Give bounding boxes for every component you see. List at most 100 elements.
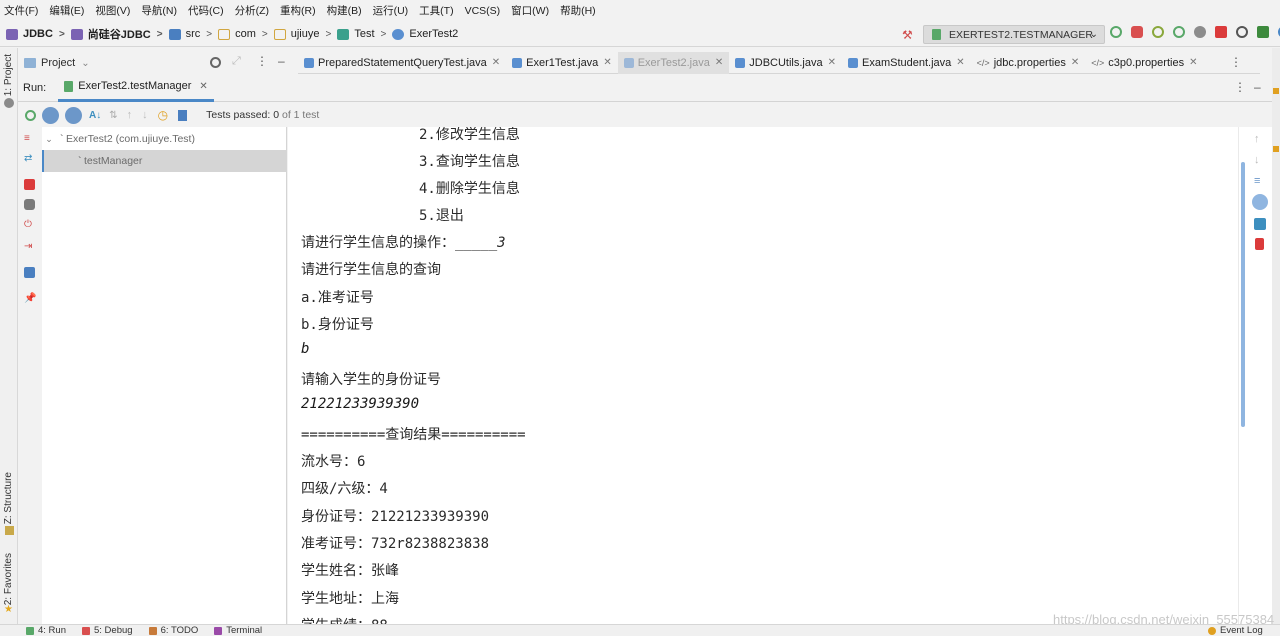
bottom-tab-todo[interactable]: 6: TODO <box>148 625 198 636</box>
more-tabs-icon[interactable]: ⋮ <box>1230 55 1242 69</box>
minimize-icon[interactable]: – <box>1254 80 1261 94</box>
menu-code[interactable]: 代码(C) <box>188 3 224 18</box>
attach-icon[interactable] <box>1194 26 1206 38</box>
menu-help[interactable]: 帮助(H) <box>560 3 596 18</box>
soft-wrap-icon[interactable]: ≡ <box>1254 175 1266 187</box>
database-tool-icon[interactable] <box>1273 146 1279 152</box>
console-prompt: 请进行学生信息的操作：_____ <box>301 235 498 251</box>
menu-file[interactable]: 文件(F) <box>4 3 38 18</box>
editor-tab[interactable]: PreparedStatementQueryTest.java ✕ <box>298 52 506 74</box>
breadcrumb-item[interactable]: JDBC > <box>6 28 65 40</box>
sort-alpha-icon[interactable]: A↓ <box>89 110 101 121</box>
editor-tab[interactable]: </> c3p0.properties ✕ <box>1085 52 1203 74</box>
rerun-icon[interactable] <box>1110 26 1122 38</box>
editor-tab[interactable]: Exer1Test.java ✕ <box>506 52 618 74</box>
editor-tab[interactable]: ExamStudent.java ✕ <box>842 52 971 74</box>
minimize-icon[interactable]: – <box>278 54 285 68</box>
close-icon[interactable]: ✕ <box>1071 57 1079 68</box>
target-icon[interactable] <box>210 57 221 68</box>
layout-icon[interactable] <box>24 267 35 278</box>
menu-window[interactable]: 窗口(W) <box>511 3 549 18</box>
more-options-icon[interactable]: ⋮ <box>256 54 268 68</box>
coverage-icon[interactable] <box>1152 26 1164 38</box>
menu-view[interactable]: 视图(V) <box>95 3 130 18</box>
module-icon <box>70 28 83 40</box>
close-icon[interactable]: ✕ <box>1189 57 1197 68</box>
sort-duration-icon[interactable]: ⇅ <box>109 110 117 121</box>
java-class-icon <box>735 57 746 68</box>
up-arrow-icon[interactable]: ↑ <box>1254 133 1266 145</box>
tool-tab-structure[interactable]: Z: Structure <box>3 472 14 524</box>
chevron-down-icon[interactable]: ⌄ <box>81 58 89 69</box>
run-tab[interactable]: ExerTest2.testManager ✕ <box>58 74 214 102</box>
print-icon[interactable] <box>1254 218 1266 230</box>
test-tree-root[interactable]: ⌄ ` ExerTest2 (com.ujiuye.Test) <box>42 128 287 150</box>
chevron-right-icon: > <box>261 28 268 40</box>
collapse-icon[interactable]: ⤢ <box>232 55 241 68</box>
event-log-button[interactable]: Event Log <box>1208 625 1263 636</box>
menu-run[interactable]: 运行(U) <box>373 3 409 18</box>
terminal-icon[interactable] <box>1257 26 1269 38</box>
menu-tools[interactable]: 工具(T) <box>419 3 453 18</box>
close-icon[interactable]: ✕ <box>715 57 723 68</box>
camera-icon[interactable] <box>24 199 35 210</box>
breadcrumb-label: ujiuye <box>290 28 320 40</box>
up-arrow-icon[interactable]: ↑ <box>127 109 133 121</box>
pin-icon[interactable]: 📌 <box>24 293 36 304</box>
menu-analyze[interactable]: 分析(Z) <box>235 3 269 18</box>
breadcrumb-item[interactable]: ujiuye > <box>273 28 331 40</box>
export-icon[interactable] <box>178 109 188 121</box>
test-tree-item[interactable]: ` testManager <box>42 150 287 172</box>
rerun-icon[interactable] <box>25 109 36 121</box>
close-icon[interactable]: ✕ <box>828 57 836 68</box>
bottom-tab-debug[interactable]: 5: Debug <box>82 625 133 636</box>
close-icon[interactable]: ✕ <box>199 81 207 92</box>
toggle-auto-test-icon[interactable]: ⇄ <box>24 153 35 164</box>
bottom-tab-run[interactable]: 4: Run <box>26 625 66 636</box>
close-icon[interactable]: ✕ <box>956 57 964 68</box>
console-output[interactable]: 2.修改学生信息 3.查询学生信息 4.删除学生信息 5.退出 请进行学生信息的… <box>288 127 1238 636</box>
project-panel-title[interactable]: Project <box>41 57 75 69</box>
search-icon[interactable] <box>1236 26 1248 38</box>
breadcrumb-item[interactable]: ExerTest2 <box>392 28 458 40</box>
expand-arrow-icon[interactable]: ⌄ <box>42 134 56 145</box>
vertical-scrollbar[interactable] <box>1241 162 1245 427</box>
close-icon[interactable]: ✕ <box>492 57 500 68</box>
console-user-input: 21221233939390 <box>301 396 420 412</box>
more-options-icon[interactable]: ⋮ <box>1234 80 1246 94</box>
bottom-tab-terminal[interactable]: Terminal <box>214 625 262 636</box>
tool-tab-project[interactable]: 1: Project <box>3 54 14 96</box>
menu-edit[interactable]: 编辑(E) <box>49 3 84 18</box>
breadcrumb-item[interactable]: 尚硅谷JDBC > <box>70 26 163 42</box>
ant-tool-icon[interactable] <box>1273 88 1279 94</box>
menu-vcs[interactable]: VCS(S) <box>465 5 501 17</box>
menu-navigate[interactable]: 导航(N) <box>141 3 177 18</box>
editor-tab-active[interactable]: ExerTest2.java ✕ <box>617 51 730 74</box>
editor-tab[interactable]: </> jdbc.properties ✕ <box>971 52 1086 74</box>
menu-build[interactable]: 构建(B) <box>327 3 362 18</box>
down-arrow-icon[interactable]: ↓ <box>1254 154 1266 166</box>
trash-icon[interactable] <box>1255 238 1264 250</box>
history-icon[interactable]: ◷ <box>158 108 168 122</box>
build-hammer-icon[interactable]: ⚒ <box>902 28 913 42</box>
menu-refactor[interactable]: 重构(R) <box>280 3 316 18</box>
run-configuration-select[interactable]: EXERTEST2.TESTMANAGER ⌄ <box>923 25 1105 44</box>
show-ignored-icon[interactable] <box>65 106 82 124</box>
exit-icon[interactable]: ⇥ <box>24 241 35 252</box>
breadcrumb-item[interactable]: Test > <box>337 28 386 40</box>
profile-icon[interactable] <box>1173 26 1185 38</box>
stop-icon[interactable] <box>1215 26 1227 38</box>
scroll-to-end-icon[interactable] <box>1252 194 1268 210</box>
debug-icon[interactable] <box>1131 26 1143 38</box>
chevron-right-icon: > <box>58 28 65 40</box>
close-icon[interactable]: ✕ <box>603 57 611 68</box>
breadcrumb-item[interactable]: com > <box>218 28 268 40</box>
stop-icon[interactable] <box>24 179 35 190</box>
plug-icon[interactable]: ⏻ <box>24 219 35 230</box>
tool-tab-favorites[interactable]: 2: Favorites <box>3 553 14 605</box>
down-arrow-icon[interactable]: ↓ <box>142 109 148 121</box>
breadcrumb-item[interactable]: src > <box>168 28 212 40</box>
editor-tab[interactable]: JDBCUtils.java ✕ <box>729 52 842 74</box>
show-passed-icon[interactable] <box>42 106 59 124</box>
rerun-failed-icon[interactable]: ≡ <box>24 133 35 144</box>
